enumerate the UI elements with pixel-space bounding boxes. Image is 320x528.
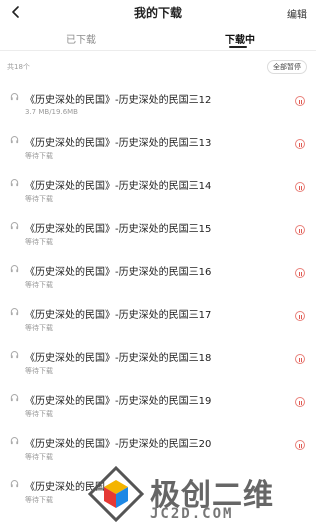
watermark-url: JC2D.COM <box>150 506 234 522</box>
item-title: 《历史深处的民国》-历史深处的民国三16 <box>25 267 212 278</box>
download-item[interactable]: 《历史深处的民国》-历史深处的民国三15 等待下载 <box>0 209 316 252</box>
pause-icon[interactable] <box>295 139 305 149</box>
item-status: 等待下载 <box>25 324 53 332</box>
download-item[interactable]: 《历史深处的民国》-历史深处的民国三17 等待下载 <box>0 295 316 338</box>
pause-all-button[interactable]: 全部暂停 <box>267 60 307 74</box>
item-status: 等待下载 <box>25 152 53 160</box>
item-status: 3.7 MB/19.6MB <box>25 108 78 116</box>
item-title: 《历史深处的民国》-历史深处的民国三13 <box>25 138 212 149</box>
item-status: 等待下载 <box>25 496 53 504</box>
headphones-icon <box>10 265 19 273</box>
tab-bar: 已下载 下载中 <box>0 24 316 51</box>
item-title: 《历史深处的民国》-历史深处的民国三18 <box>25 353 212 364</box>
item-title: 《历史深处的民国》-历史深处的民国三12 <box>25 95 212 106</box>
item-status: 等待下载 <box>25 195 53 203</box>
watermark: 极创二维 JC2D.COM <box>88 464 308 526</box>
item-title: 《历史深处的民国》-历史深处的民国三14 <box>25 181 212 192</box>
watermark-logo <box>88 466 144 522</box>
headphones-icon <box>10 136 19 144</box>
pause-icon[interactable] <box>295 440 305 450</box>
active-tab-indicator <box>229 46 247 48</box>
headphones-icon <box>10 93 19 101</box>
item-status: 等待下载 <box>25 410 53 418</box>
download-item[interactable]: 《历史深处的民国》-历史深处的民国三16 等待下载 <box>0 252 316 295</box>
headphones-icon <box>10 222 19 230</box>
pause-icon[interactable] <box>295 182 305 192</box>
headphones-icon <box>10 437 19 445</box>
pause-icon[interactable] <box>295 354 305 364</box>
summary-row: 共18个 全部暂停 <box>0 56 316 76</box>
item-title: 《历史深处的民国》-历史深处的民国三15 <box>25 224 212 235</box>
pause-icon[interactable] <box>295 225 305 235</box>
pause-icon[interactable] <box>295 397 305 407</box>
headphones-icon <box>10 394 19 402</box>
item-status: 等待下载 <box>25 238 53 246</box>
download-item[interactable]: 《历史深处的民国》-历史深处的民国三19 等待下载 <box>0 381 316 424</box>
tab-downloaded[interactable]: 已下载 <box>66 31 96 46</box>
item-title: 《历史深处的民国》-历史深处的民国三19 <box>25 396 212 407</box>
item-count: 共18个 <box>7 63 30 71</box>
edit-button[interactable]: 编辑 <box>287 6 307 21</box>
headphones-icon <box>10 179 19 187</box>
download-item[interactable]: 《历史深处的民国》-历史深处的民国三20 等待下载 <box>0 424 316 467</box>
headphones-icon <box>10 308 19 316</box>
pause-icon[interactable] <box>295 268 305 278</box>
headphones-icon <box>10 480 19 488</box>
tab-downloading[interactable]: 下载中 <box>225 31 255 46</box>
download-item[interactable]: 《历史深处的民国》-历史深处的民国三14 等待下载 <box>0 166 316 209</box>
headphones-icon <box>10 351 19 359</box>
pause-icon[interactable] <box>295 311 305 321</box>
item-status: 等待下载 <box>25 453 53 461</box>
item-status: 等待下载 <box>25 281 53 289</box>
page-title: 我的下载 <box>133 6 182 20</box>
pause-icon[interactable] <box>295 96 305 106</box>
download-item[interactable]: 《历史深处的民国》-历史深处的民国三12 3.7 MB/19.6MB <box>0 80 316 123</box>
download-item[interactable]: 《历史深处的民国》-历史深处的民国三18 等待下载 <box>0 338 316 381</box>
download-item[interactable]: 《历史深处的民国》-历史深处的民国三13 等待下载 <box>0 123 316 166</box>
header: 我的下载 编辑 <box>0 0 316 24</box>
item-status: 等待下载 <box>25 367 53 375</box>
item-title: 《历史深处的民国》-历史深处的民国三20 <box>25 439 212 450</box>
item-title: 《历史深处的民国》-历史深处的民国三17 <box>25 310 212 321</box>
